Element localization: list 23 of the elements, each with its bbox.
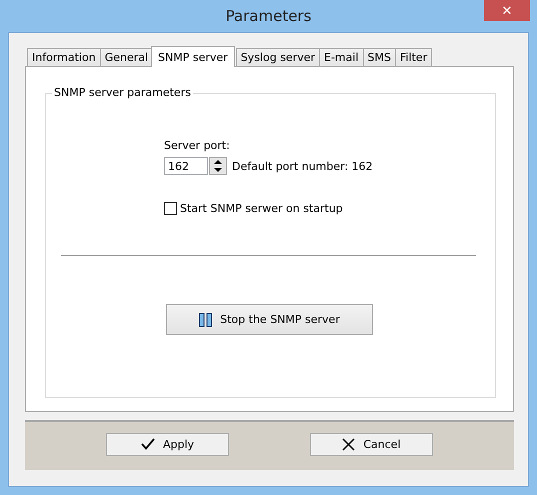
- group-title: SNMP server parameters: [52, 86, 193, 99]
- close-icon: [342, 438, 356, 450]
- tab[interactable]: Information: [27, 48, 101, 66]
- checkbox-label: Start SNMP serwer on startup: [180, 202, 343, 215]
- stop-server-button[interactable]: Stop the SNMP server: [166, 304, 373, 335]
- tab[interactable]: SNMP server: [151, 46, 235, 67]
- port-input[interactable]: 162: [164, 157, 208, 175]
- default-port-text: Default port number: 162: [232, 160, 373, 172]
- spin-button[interactable]: [209, 157, 227, 175]
- server-port-label: Server port:: [164, 139, 231, 152]
- cancel-button[interactable]: Cancel: [310, 432, 433, 456]
- close-button[interactable]: ✕: [484, 0, 530, 21]
- startup-checkbox[interactable]: [164, 202, 177, 215]
- window-title: Parameters: [226, 7, 312, 25]
- tab[interactable]: SMS: [362, 48, 396, 66]
- apply-button[interactable]: Apply: [106, 432, 229, 456]
- checkmark-icon: [140, 438, 155, 450]
- tab[interactable]: General: [100, 48, 154, 66]
- tab[interactable]: Syslog server: [236, 48, 320, 66]
- tab[interactable]: Filter: [394, 48, 432, 66]
- pause-icon: [199, 312, 212, 326]
- up-down-arrows-icon: [212, 158, 224, 174]
- tab[interactable]: E-mail: [319, 48, 364, 66]
